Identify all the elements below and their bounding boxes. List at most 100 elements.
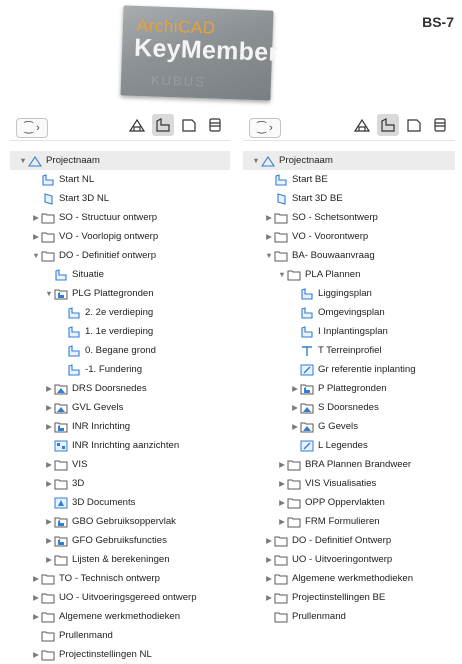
tree-item[interactable]: ▶ BRA Plannen Brandweer — [243, 455, 455, 474]
caret-right-icon[interactable]: ▶ — [264, 555, 274, 565]
tree-item[interactable]: ▼ PLG Plattegronden — [10, 284, 230, 303]
caret-down-icon[interactable]: ▼ — [277, 270, 287, 280]
view-map-button[interactable] — [152, 114, 174, 136]
view-map-button[interactable] — [377, 114, 399, 136]
caret-right-icon[interactable]: ▶ — [290, 403, 300, 413]
caret-right-icon[interactable]: ▶ — [277, 479, 287, 489]
tree-item[interactable]: INR Inrichting aanzichten — [10, 436, 230, 455]
caret-right-icon[interactable]: ▶ — [290, 384, 300, 394]
tree-item-label: Start BE — [292, 174, 328, 185]
tree-options-icon: ⁐ › — [257, 122, 273, 134]
tree-item[interactable]: Start NL — [10, 170, 230, 189]
tree-item[interactable]: ▼ BA- Bouwaanvraag — [243, 246, 455, 265]
caret-right-icon[interactable]: ▶ — [31, 612, 41, 622]
caret-right-icon[interactable]: ▶ — [44, 384, 54, 394]
tree-item[interactable]: ▶ P Plattegronden — [243, 379, 455, 398]
caret-right-icon[interactable]: ▶ — [264, 574, 274, 584]
floor-plan-view-icon — [300, 325, 314, 338]
tree-item[interactable]: ▶ UO - Uitvoeringsgereed ontwerp — [10, 588, 230, 607]
caret-right-icon[interactable]: ▶ — [264, 232, 274, 242]
tree-item[interactable]: ▼ DO - Definitief ontwerp — [10, 246, 230, 265]
tree-item[interactable]: ▶ Algemene werkmethodieken — [243, 569, 455, 588]
tree-options-button[interactable]: ⁐ › — [249, 118, 281, 138]
caret-right-icon[interactable]: ▶ — [44, 479, 54, 489]
tree-item[interactable]: ▶ VO - Voorontwerp — [243, 227, 455, 246]
project-map-button[interactable] — [126, 114, 148, 136]
tree-item[interactable]: 2. 2e verdieping — [10, 303, 230, 322]
caret-right-icon[interactable]: ▶ — [31, 574, 41, 584]
tree-item[interactable]: Start BE — [243, 170, 455, 189]
caret-right-icon[interactable]: ▶ — [264, 213, 274, 223]
caret-right-icon[interactable]: ▶ — [44, 536, 54, 546]
tree-item[interactable]: Prullenmand — [10, 626, 230, 645]
tree-item[interactable]: L Legendes — [243, 436, 455, 455]
tree-item[interactable]: ▼ Projectnaam — [10, 151, 230, 170]
caret-right-icon[interactable]: ▶ — [277, 517, 287, 527]
tree-item[interactable]: Start 3D BE — [243, 189, 455, 208]
tree-options-button[interactable]: ⁐ › — [16, 118, 48, 138]
caret-right-icon[interactable]: ▶ — [31, 213, 41, 223]
tree-item[interactable]: Prullenmand — [243, 607, 455, 626]
tree-item[interactable]: ▶ 3D — [10, 474, 230, 493]
caret-down-icon[interactable]: ▼ — [251, 156, 261, 166]
tree-item[interactable]: ▶ VO - Voorlopig ontwerp — [10, 227, 230, 246]
caret-down-icon[interactable]: ▼ — [18, 156, 28, 166]
caret-right-icon[interactable]: ▶ — [264, 593, 274, 603]
tree-item[interactable]: ▶ Projectinstellingen NL — [10, 645, 230, 664]
tree-item[interactable]: ▶ OPP Oppervlakten — [243, 493, 455, 512]
tree-item[interactable]: ▶ FRM Formulieren — [243, 512, 455, 531]
tree-item[interactable]: ▶ S Doorsnedes — [243, 398, 455, 417]
tree-item[interactable]: -1. Fundering — [10, 360, 230, 379]
tree-item[interactable]: ▶ DRS Doorsnedes — [10, 379, 230, 398]
tree-item[interactable]: ▶ Projectinstellingen BE — [243, 588, 455, 607]
publisher-button[interactable] — [429, 114, 451, 136]
tree-item[interactable]: ▶ Lijsten & berekeningen — [10, 550, 230, 569]
tree-item[interactable]: ▶ GVL Gevels — [10, 398, 230, 417]
tree-item[interactable]: 1. 1e verdieping — [10, 322, 230, 341]
tree-item[interactable]: T Terreinprofiel — [243, 341, 455, 360]
tree-item[interactable]: I Inplantingsplan — [243, 322, 455, 341]
tree-item[interactable]: Situatie — [10, 265, 230, 284]
tree-item[interactable]: ▶ GFO Gebruiksfuncties — [10, 531, 230, 550]
floor-plan-view-icon — [67, 325, 81, 338]
layout-book-button[interactable] — [178, 114, 200, 136]
layout-book-button[interactable] — [403, 114, 425, 136]
caret-right-icon[interactable]: ▶ — [31, 593, 41, 603]
caret-right-icon[interactable]: ▶ — [44, 555, 54, 565]
caret-right-icon[interactable]: ▶ — [44, 460, 54, 470]
caret-right-icon[interactable]: ▶ — [290, 422, 300, 432]
tree-item[interactable]: ▶ INR Inrichting — [10, 417, 230, 436]
tree-item[interactable]: ▶ SO - Schetsontwerp — [243, 208, 455, 227]
caret-right-icon[interactable]: ▶ — [44, 517, 54, 527]
caret-right-icon[interactable]: ▶ — [277, 460, 287, 470]
tree-item-label: SO - Schetsontwerp — [292, 212, 378, 223]
tree-item[interactable]: ▶ DO - Definitief Ontwerp — [243, 531, 455, 550]
caret-down-icon[interactable]: ▼ — [264, 251, 274, 261]
tree-item[interactable]: ▶ SO - Structuur ontwerp — [10, 208, 230, 227]
caret-down-icon[interactable]: ▼ — [44, 289, 54, 299]
tree-item[interactable]: ▶ Algemene werkmethodieken — [10, 607, 230, 626]
tree-item[interactable]: Omgevingsplan — [243, 303, 455, 322]
caret-right-icon[interactable]: ▶ — [277, 498, 287, 508]
tree-item[interactable]: ▶ G Gevels — [243, 417, 455, 436]
caret-right-icon[interactable]: ▶ — [44, 403, 54, 413]
tree-item[interactable]: 0. Begane grond — [10, 341, 230, 360]
tree-item[interactable]: 3D Documents — [10, 493, 230, 512]
tree-item[interactable]: ▶ UO - Uitvoeringontwerp — [243, 550, 455, 569]
publisher-button[interactable] — [204, 114, 226, 136]
caret-right-icon[interactable]: ▶ — [44, 422, 54, 432]
tree-item[interactable]: ▶ GBO Gebruiksoppervlak — [10, 512, 230, 531]
tree-item[interactable]: ▶ VIS — [10, 455, 230, 474]
caret-right-icon[interactable]: ▶ — [264, 536, 274, 546]
caret-right-icon[interactable]: ▶ — [31, 232, 41, 242]
tree-item[interactable]: Liggingsplan — [243, 284, 455, 303]
tree-item[interactable]: ▶ VIS Visualisaties — [243, 474, 455, 493]
tree-item[interactable]: ▼ PLA Plannen — [243, 265, 455, 284]
tree-item[interactable]: ▶ TO - Technisch ontwerp — [10, 569, 230, 588]
caret-right-icon[interactable]: ▶ — [31, 650, 41, 660]
project-map-button[interactable] — [351, 114, 373, 136]
caret-down-icon[interactable]: ▼ — [31, 251, 41, 261]
tree-item[interactable]: ▼ Projectnaam — [243, 151, 455, 170]
tree-item[interactable]: Start 3D NL — [10, 189, 230, 208]
tree-item[interactable]: Gr referentie inplanting — [243, 360, 455, 379]
